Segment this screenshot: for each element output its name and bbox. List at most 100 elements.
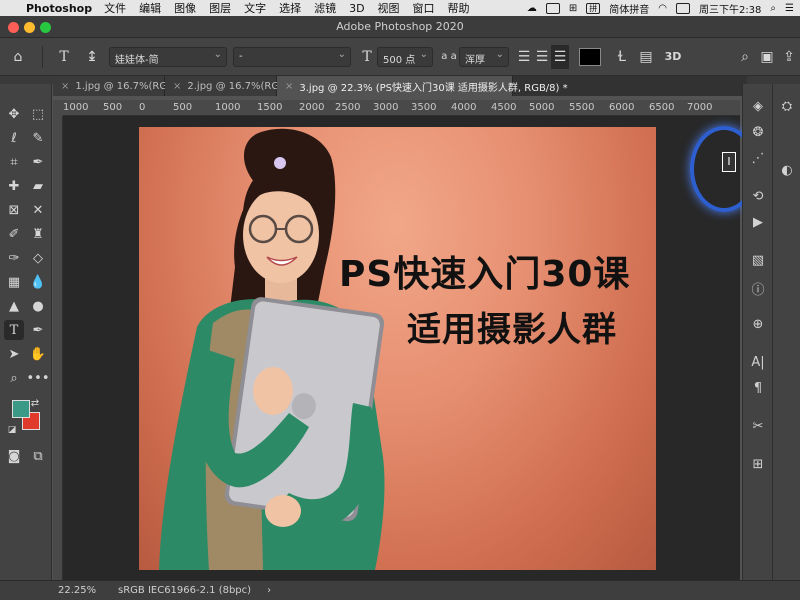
control-icon[interactable] xyxy=(545,2,560,14)
clone-stamp-tool-icon[interactable]: ♜ xyxy=(28,224,48,244)
creative-cloud-icon[interactable]: ☁ xyxy=(527,3,537,14)
type-tool-preset-icon[interactable]: T xyxy=(49,45,79,69)
quick-select-tool-icon[interactable]: ✎ xyxy=(28,128,48,148)
canvas-subline-text[interactable]: 适用摄影人群 xyxy=(407,302,617,351)
zoom-level[interactable]: 22.25% xyxy=(58,585,108,596)
input-method-label[interactable]: 简体拼音 xyxy=(609,1,649,16)
3d-button[interactable]: 3D xyxy=(659,45,687,69)
text-color-swatch[interactable] xyxy=(579,47,601,66)
clock[interactable]: 周三下午2:38 xyxy=(699,1,761,16)
status-menu-arrow[interactable]: › xyxy=(267,585,271,596)
more-tools-icon[interactable]: ••• xyxy=(27,368,50,388)
input-method-icon[interactable]: 拼 xyxy=(586,2,601,14)
app-menu[interactable]: Photoshop xyxy=(26,2,92,15)
marquee-tool-icon[interactable]: ⬚ xyxy=(28,104,48,124)
document-photo[interactable]: PS快速入门30课 适用摄影人群 xyxy=(139,127,656,570)
menu-view[interactable]: 视图 xyxy=(378,0,400,16)
warp-text-icon[interactable]: Ɫ xyxy=(611,45,633,69)
adjustments-panel-icon[interactable]: ◐ xyxy=(777,160,797,180)
eraser-tool-icon[interactable]: ◇ xyxy=(28,248,48,268)
tool-presets-icon[interactable]: ✂ xyxy=(748,416,768,436)
workspace-icon[interactable]: ▣ xyxy=(756,45,778,69)
libraries-panel-icon[interactable]: ⛭ xyxy=(777,96,797,116)
default-colors-icon[interactable]: ◪ xyxy=(6,424,18,436)
gradient-tool-icon[interactable]: ▦ xyxy=(4,272,24,292)
ruler-origin[interactable] xyxy=(53,100,63,116)
menu-select[interactable]: 选择 xyxy=(279,0,301,16)
layer-comps-icon[interactable]: ▧ xyxy=(748,250,768,270)
patch-tool-icon[interactable]: ▰ xyxy=(28,176,48,196)
quick-mask-icon[interactable]: ◙ xyxy=(4,446,24,466)
close-tab-icon[interactable]: × xyxy=(61,81,69,92)
content-aware-move-icon[interactable]: ✕ xyxy=(28,200,48,220)
menu-image[interactable]: 图像 xyxy=(174,0,196,16)
history-panel-icon[interactable]: ⟲ xyxy=(748,186,768,206)
tab-1-jpg[interactable]: × 1.jpg @ 16.7%(RGB/8) xyxy=(53,76,188,96)
screen-mode-icon[interactable]: ⧉ xyxy=(28,446,48,466)
sponge-tool-icon[interactable]: ● xyxy=(28,296,48,316)
menu-filter[interactable]: 滤镜 xyxy=(314,0,336,16)
zoom-tool-icon[interactable]: ⌕ xyxy=(4,368,24,388)
frame-tool-icon[interactable]: ⊠ xyxy=(4,200,24,220)
ruler-tick: 500 xyxy=(103,102,123,113)
brush-tool-icon[interactable]: ✐ xyxy=(4,224,24,244)
swap-colors-icon[interactable]: ⇄ xyxy=(28,396,42,410)
menu-type[interactable]: 文字 xyxy=(244,0,266,16)
character-panel-icon[interactable]: A| xyxy=(748,352,768,372)
paragraph-panel-icon[interactable]: ¶ xyxy=(748,378,768,398)
spotlight-icon[interactable]: ⌕ xyxy=(770,3,776,14)
search-icon[interactable]: ⌕ xyxy=(734,45,756,69)
channels-panel-icon[interactable]: ❂ xyxy=(748,122,768,142)
lasso-tool-icon[interactable]: ℓ xyxy=(4,128,24,148)
crop-tool-icon[interactable]: ⌗ xyxy=(4,152,24,172)
move-tool-icon[interactable]: ✥ xyxy=(4,104,24,124)
ruler-tick: 5000 xyxy=(529,102,555,113)
actions-play-icon[interactable]: ▶ xyxy=(748,212,768,232)
properties-panel-icon[interactable]: ⊕ xyxy=(748,314,768,334)
character-panel-icon[interactable]: ▤ xyxy=(633,45,659,69)
history-brush-tool-icon[interactable]: ✑ xyxy=(4,248,24,268)
home-icon[interactable]: ⌂ xyxy=(0,45,36,69)
tab-3-jpg[interactable]: × 3.jpg @ 22.3% (PS快速入门30课 适用摄影人群, RGB/8)… xyxy=(277,76,568,96)
font-style-select[interactable]: - xyxy=(233,46,351,67)
info-panel-icon[interactable]: ⓘ xyxy=(748,278,768,298)
close-tab-icon[interactable]: × xyxy=(285,81,293,92)
canvas-headline-text[interactable]: PS快速入门30课 xyxy=(339,245,630,297)
dodge-tool-icon[interactable]: ▲ xyxy=(4,296,24,316)
healing-brush-tool-icon[interactable]: ✚ xyxy=(4,176,24,196)
wifi-icon[interactable]: ◠ xyxy=(658,3,667,14)
align-center-icon[interactable]: ☰ xyxy=(533,45,551,69)
glyphs-panel-icon[interactable]: ⊞ xyxy=(748,454,768,474)
type-tool-icon[interactable]: T xyxy=(4,320,24,340)
menu-help[interactable]: 帮助 xyxy=(448,0,470,16)
path-selection-tool-icon[interactable]: ➤ xyxy=(4,344,24,364)
horizontal-ruler[interactable]: 1000 500 0 500 1000 1500 2000 2500 3000 … xyxy=(63,100,740,116)
layers-panel-icon[interactable]: ◈ xyxy=(748,96,768,116)
share-icon[interactable]: ⇪ xyxy=(778,45,800,69)
toggle-text-orientation-icon[interactable]: ↨ xyxy=(79,45,105,69)
tab-2-jpg[interactable]: × 2.jpg @ 16.7%(RGB/8) xyxy=(165,76,300,96)
hand-tool-icon[interactable]: ✋ xyxy=(28,344,48,364)
notification-center-icon[interactable]: ☰ xyxy=(785,3,794,14)
align-right-icon[interactable]: ☰ xyxy=(551,44,569,69)
vertical-ruler[interactable] xyxy=(53,116,63,580)
foreground-color-swatch[interactable] xyxy=(12,400,30,418)
close-tab-icon[interactable]: × xyxy=(173,81,181,92)
eyedropper-tool-icon[interactable]: ✒ xyxy=(28,152,48,172)
document-profile: sRGB IEC61966-2.1 (8bpc) xyxy=(118,585,252,596)
align-left-icon[interactable]: ☰ xyxy=(515,45,533,69)
menu-layer[interactable]: 图层 xyxy=(209,0,231,16)
battery-icon[interactable] xyxy=(675,2,690,14)
antialias-select[interactable]: 浑厚 xyxy=(459,46,509,67)
panel-dock: ◈ ⛭ ❂ ⋰ ◐ ⟲ ▶ ▧ ⓘ ⊕ A| ¶ ✂ ⊞ xyxy=(742,84,800,580)
menu-3d[interactable]: 3D xyxy=(349,2,364,15)
blur-tool-icon[interactable]: 💧 xyxy=(28,272,48,292)
font-size-select[interactable]: 500 点 xyxy=(377,46,433,67)
pen-tool-icon[interactable]: ✒ xyxy=(28,320,48,340)
menu-window[interactable]: 窗口 xyxy=(413,0,435,16)
paths-panel-icon[interactable]: ⋰ xyxy=(748,148,768,168)
menu-file[interactable]: 文件 xyxy=(104,0,126,16)
menu-edit[interactable]: 编辑 xyxy=(139,0,161,16)
font-family-select[interactable]: 娃娃体-简 xyxy=(109,46,227,67)
grid-icon[interactable]: ⊞ xyxy=(569,3,577,14)
